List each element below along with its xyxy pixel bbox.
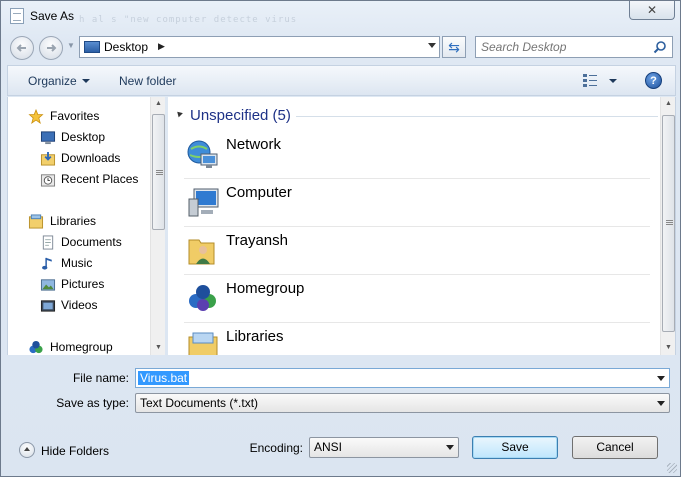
music-icon (42, 257, 52, 270)
view-options-chevron-icon[interactable] (609, 79, 617, 83)
file-item-label: Computer (226, 184, 292, 201)
change-view-icon[interactable] (583, 74, 597, 87)
save-as-type-select[interactable]: Text Documents (*.txt) (135, 393, 670, 413)
background-text: h al s "new computer detecte virus (79, 15, 298, 25)
computer-icon (188, 188, 219, 217)
documents-icon (42, 235, 54, 250)
homegroup-icon (189, 285, 216, 311)
nav-item-label: Desktop (61, 130, 106, 144)
save-as-dialog: Save As h al s "new computer detecte vir… (0, 0, 681, 477)
recent-pages-icon[interactable]: ▼ (67, 41, 75, 50)
file-item-network[interactable]: Network (184, 131, 650, 179)
forward-button[interactable] (39, 36, 63, 60)
new-folder-button[interactable]: New folder (119, 74, 176, 88)
recent-places-icon (40, 174, 56, 187)
address-location[interactable]: Desktop (104, 40, 148, 54)
nav-scrollbar-thumb[interactable] (152, 114, 165, 230)
forward-arrow-icon (47, 44, 57, 52)
save-as-type-value: Text Documents (*.txt) (140, 396, 259, 410)
breadcrumb-arrow-icon[interactable]: ▶ (158, 41, 165, 52)
save-button[interactable]: Save (472, 436, 558, 459)
downloads-icon (40, 151, 56, 166)
grip-icon (665, 220, 673, 225)
nav-scrollbar[interactable]: ▲ ▼ (150, 97, 165, 355)
notepad-icon (10, 8, 24, 24)
file-name-dropdown-icon[interactable] (657, 376, 665, 381)
command-bar: Organize New folder ? (7, 65, 676, 96)
encoding-select[interactable]: ANSI (309, 437, 459, 458)
cancel-button[interactable]: Cancel (572, 436, 658, 459)
file-item-computer[interactable]: Computer (184, 179, 650, 227)
desktop-icon (40, 131, 56, 145)
videos-icon (40, 300, 56, 312)
user-folder-icon (188, 239, 215, 265)
search-box[interactable] (475, 36, 673, 58)
file-name-value[interactable]: Virus.bat (138, 371, 190, 385)
pictures-icon (40, 279, 56, 291)
search-input[interactable] (481, 40, 651, 54)
nav-item-label: Videos (61, 298, 98, 312)
chevron-down-icon (81, 79, 90, 83)
nav-item-label: Pictures (61, 277, 105, 291)
organize-label: Organize (28, 74, 77, 88)
nav-item-label: Homegroup (50, 340, 113, 354)
nav-item-label: Favorites (50, 109, 100, 123)
scroll-down-icon[interactable]: ▼ (151, 341, 165, 355)
chevron-down-icon (446, 445, 454, 450)
address-bar[interactable]: Desktop ▶ (79, 36, 440, 58)
homegroup-icon (29, 340, 43, 354)
close-icon: ✕ (646, 3, 658, 17)
organize-button[interactable]: Organize (28, 74, 90, 88)
group-divider (296, 116, 658, 117)
encoding-label: Encoding: (249, 441, 303, 455)
collapse-up-icon (19, 442, 35, 458)
file-item-label: Network (226, 136, 282, 153)
search-icon[interactable] (653, 40, 667, 54)
grip-icon (155, 170, 163, 175)
nav-item-label: Libraries (50, 214, 97, 228)
file-name-label: File name: (72, 371, 129, 385)
file-item-label: Homegroup (226, 280, 305, 297)
file-item-label: Trayansh (226, 232, 288, 249)
hide-folders-label: Hide Folders (41, 444, 110, 458)
group-header[interactable]: Unspecified (5) (168, 105, 658, 125)
network-icon (187, 140, 218, 168)
chevron-down-icon (657, 401, 665, 406)
libraries-icon (28, 214, 44, 229)
scroll-up-icon[interactable]: ▲ (151, 97, 165, 111)
save-as-type-label: Save as type: (56, 396, 129, 410)
nav-item-label: Recent Places (61, 172, 139, 186)
file-item-label: Libraries (226, 328, 284, 345)
libraries-icon (188, 332, 218, 355)
refresh-button[interactable]: ⇆ (442, 36, 466, 58)
resize-grip-icon[interactable] (667, 463, 677, 473)
file-name-field[interactable]: Virus.bat (135, 368, 670, 388)
nav-item-label: Downloads (61, 151, 121, 165)
group-title: Unspecified (5) (190, 107, 291, 124)
window-title: Save As (30, 9, 75, 23)
help-icon[interactable]: ? (645, 72, 662, 89)
file-list-pane: Unspecified (5) Network Computer Trayans… (168, 97, 676, 355)
scroll-down-icon[interactable]: ▼ (661, 341, 675, 355)
file-list-scrollbar[interactable]: ▲ ▼ (660, 97, 675, 355)
navigation-pane: Favorites Desktop Downloads Recent Place… (7, 97, 165, 355)
nav-item-label: Music (61, 256, 93, 270)
scroll-up-icon[interactable]: ▲ (661, 97, 675, 111)
file-item-libraries[interactable]: Libraries (184, 323, 650, 355)
encoding-value: ANSI (314, 440, 343, 454)
file-item-homegroup[interactable]: Homegroup (184, 275, 650, 323)
back-arrow-icon (16, 44, 26, 52)
desktop-icon (84, 41, 100, 53)
file-list-scrollbar-thumb[interactable] (662, 115, 675, 332)
address-dropdown-icon[interactable] (428, 43, 436, 48)
title-bar: Save As h al s "new computer detecte vir… (1, 1, 680, 31)
nav-item-label: Documents (61, 235, 122, 249)
close-button[interactable]: ✕ (629, 1, 675, 20)
file-item-trayansh[interactable]: Trayansh (184, 227, 650, 275)
refresh-icon: ⇆ (448, 39, 460, 55)
back-button[interactable] (10, 36, 34, 60)
star-icon (28, 109, 44, 124)
collapse-group-icon[interactable] (175, 109, 183, 118)
